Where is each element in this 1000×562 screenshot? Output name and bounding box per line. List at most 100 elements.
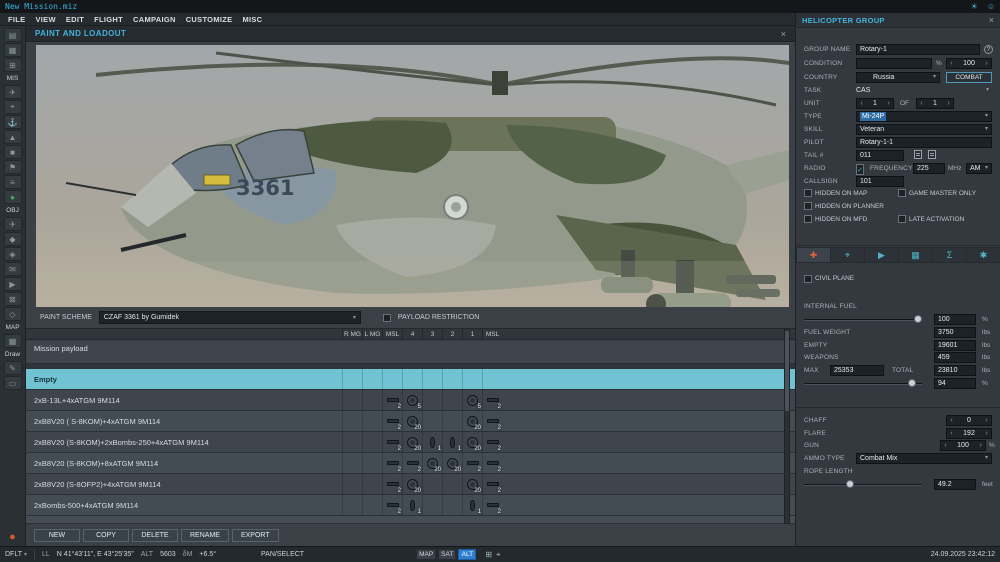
menu-item-misc[interactable]: MISC bbox=[237, 15, 267, 24]
decrement-icon[interactable]: ‹ bbox=[947, 59, 956, 68]
combat-button[interactable]: COMBAT bbox=[946, 72, 992, 83]
checkbox-hidden-on-map[interactable]: HIDDEN ON MAP bbox=[804, 189, 867, 197]
new-mission-icon[interactable]: ▤ bbox=[3, 28, 22, 42]
slider-handle[interactable] bbox=[908, 379, 916, 387]
slider-handle[interactable] bbox=[846, 480, 854, 488]
user-icon[interactable]: ☺ bbox=[987, 0, 995, 13]
shape-icon[interactable]: ▭ bbox=[3, 376, 22, 390]
copy-icon[interactable] bbox=[914, 150, 922, 159]
unit-number-spinner[interactable]: ‹ 1 › bbox=[856, 98, 894, 109]
unit-total-spinner[interactable]: ‹ 1 › bbox=[916, 98, 954, 109]
ammo-type-dropdown[interactable]: Combat Mix ▾ bbox=[856, 453, 992, 464]
frequency-input[interactable]: 225 bbox=[913, 163, 945, 174]
payload-row[interactable]: 2xB8V20 (S-8KOM)+2xBombs-250+4xATGM 9M11… bbox=[26, 432, 795, 453]
paint-loadout-tab[interactable]: ✚ bbox=[796, 248, 830, 262]
save-mission-icon[interactable]: ⊞ bbox=[3, 58, 22, 72]
slider-track[interactable] bbox=[804, 319, 922, 321]
payload-scrollbar[interactable] bbox=[784, 328, 790, 524]
payload-restriction-checkbox[interactable] bbox=[382, 313, 391, 322]
message-icon[interactable]: ✉ bbox=[3, 262, 22, 276]
checkbox-game-master-only[interactable]: GAME MASTER ONLY bbox=[898, 189, 976, 197]
menu-item-customize[interactable]: CUSTOMIZE bbox=[181, 15, 238, 24]
decrement-icon[interactable]: ‹ bbox=[857, 99, 866, 108]
rope-length-value[interactable]: 49.2 bbox=[934, 479, 976, 490]
helicopter-icon[interactable]: ⌖ bbox=[3, 100, 22, 114]
gun-spinner[interactable]: ‹ 100 › bbox=[940, 440, 986, 451]
play-icon[interactable]: ▶ bbox=[3, 277, 22, 291]
paste-icon[interactable] bbox=[928, 150, 936, 159]
skill-dropdown[interactable]: Veteran ▾ bbox=[856, 124, 992, 135]
flare-spinner[interactable]: ‹ 192 › bbox=[946, 428, 992, 439]
internal-fuel-value[interactable]: 100 bbox=[934, 314, 976, 325]
increment-icon[interactable]: › bbox=[976, 441, 985, 450]
menu-item-flight[interactable]: FLIGHT bbox=[89, 15, 128, 24]
condition-input[interactable] bbox=[856, 58, 932, 69]
civil-plane-checkbox[interactable]: CIVIL PLANE bbox=[804, 273, 854, 284]
list-icon[interactable]: ≡ bbox=[3, 175, 22, 189]
modulation-dropdown[interactable]: AM ▾ bbox=[966, 163, 992, 174]
ship-icon[interactable]: ⚓ bbox=[3, 115, 22, 129]
condition-spinner[interactable]: ‹ 100 › bbox=[946, 58, 992, 69]
total-weight-input[interactable]: 23810 bbox=[934, 365, 976, 376]
radio-checkbox[interactable]: ✓ bbox=[856, 164, 864, 175]
increment-icon[interactable]: › bbox=[982, 429, 991, 438]
menu-item-file[interactable]: FILE bbox=[3, 15, 30, 24]
copy-button[interactable]: COPY bbox=[83, 529, 129, 542]
payload-row[interactable]: 2xBombs-500+4xATGM 9M114 2 1 1 2 bbox=[26, 495, 795, 516]
waypoint-icon[interactable]: ◆ bbox=[3, 232, 22, 246]
decrement-icon[interactable]: ‹ bbox=[941, 441, 950, 450]
decrement-icon[interactable]: ‹ bbox=[947, 429, 956, 438]
group-name-input[interactable]: Rotary-1 bbox=[856, 44, 980, 55]
increment-icon[interactable]: › bbox=[944, 99, 953, 108]
layer-sat-button[interactable]: SAT bbox=[438, 549, 457, 560]
slider-handle[interactable] bbox=[914, 315, 922, 323]
paint-scheme-dropdown[interactable]: CZAF 3361 by Gumidek ▾ bbox=[98, 311, 361, 324]
decrement-icon[interactable]: ‹ bbox=[917, 99, 926, 108]
payload-row[interactable]: 2xB-13L+4xATGM 9M114 2 5 5 2 bbox=[26, 390, 795, 411]
menu-item-campaign[interactable]: CAMPAIGN bbox=[128, 15, 181, 24]
summary-tab[interactable]: Σ bbox=[932, 248, 966, 262]
map-layers-icon[interactable]: ▦ bbox=[3, 334, 22, 348]
aircraft-icon[interactable]: ✈ bbox=[3, 85, 22, 99]
pencil-icon[interactable]: ✎ bbox=[3, 361, 22, 375]
checkbox-hidden-on-mfd[interactable]: HIDDEN ON MFD bbox=[804, 215, 867, 223]
close-icon[interactable]: × bbox=[989, 15, 994, 25]
scrollbar-thumb[interactable] bbox=[785, 331, 789, 411]
export-button[interactable]: EXPORT bbox=[231, 529, 279, 542]
payload-row[interactable]: 2xB8V20 ( S-8KOM)+4xATGM 9M114 2 20 20 2 bbox=[26, 411, 795, 432]
slider-track[interactable] bbox=[804, 484, 922, 486]
task-value[interactable]: CAS bbox=[856, 85, 870, 96]
vehicle-icon[interactable]: ▲ bbox=[3, 130, 22, 144]
payload-row[interactable]: Empty bbox=[26, 369, 795, 390]
open-mission-icon[interactable]: ▦ bbox=[3, 43, 22, 57]
compass-icon[interactable]: ⌖ bbox=[496, 550, 501, 559]
layer-map-button[interactable]: MAP bbox=[416, 549, 437, 560]
type-dropdown[interactable]: Mi-24P ▾ bbox=[856, 111, 992, 122]
menu-item-edit[interactable]: EDIT bbox=[61, 15, 89, 24]
tail-number-input[interactable]: 011 bbox=[856, 150, 904, 161]
systems-tab[interactable]: ▦ bbox=[898, 248, 932, 262]
payload-tab[interactable]: ▶ bbox=[864, 248, 898, 262]
checkbox-hidden-on-planner[interactable]: HIDDEN ON PLANNER bbox=[804, 202, 884, 210]
menu-item-view[interactable]: VIEW bbox=[30, 15, 60, 24]
flag-icon[interactable]: ⚑ bbox=[3, 160, 22, 174]
pilot-input[interactable]: Rotary-1-1 bbox=[856, 137, 992, 148]
delete-button[interactable]: DELETE bbox=[132, 529, 178, 542]
erase-icon[interactable]: ⊠ bbox=[3, 292, 22, 306]
close-icon[interactable]: × bbox=[781, 29, 786, 39]
layer-alt-button[interactable]: ALT bbox=[458, 549, 477, 560]
payload-row[interactable]: 2xB8V20 (S-8KOM)+8xATGM 9M114 2 2 20 20 2 2 bbox=[26, 453, 795, 474]
increment-icon[interactable]: › bbox=[884, 99, 893, 108]
increment-icon[interactable]: › bbox=[982, 416, 991, 425]
options-tab[interactable]: ✱ bbox=[966, 248, 1000, 262]
new-button[interactable]: NEW bbox=[34, 529, 80, 542]
payload-row[interactable]: 2xB8V20 (S-8OFP2)+4xATGM 9M114 2 20 20 2 bbox=[26, 474, 795, 495]
increment-icon[interactable]: › bbox=[982, 59, 991, 68]
checkbox-late-activation[interactable]: LATE ACTIVATION bbox=[898, 215, 964, 223]
chaff-spinner[interactable]: ‹ 0 › bbox=[946, 415, 992, 426]
load-percent-value[interactable]: 94 bbox=[934, 378, 976, 389]
plane-group-icon[interactable]: ✈ bbox=[3, 217, 22, 231]
slider-track[interactable] bbox=[804, 383, 922, 385]
trigger-zone-icon[interactable]: ● bbox=[3, 190, 22, 204]
record-icon[interactable]: ● bbox=[4, 530, 22, 544]
